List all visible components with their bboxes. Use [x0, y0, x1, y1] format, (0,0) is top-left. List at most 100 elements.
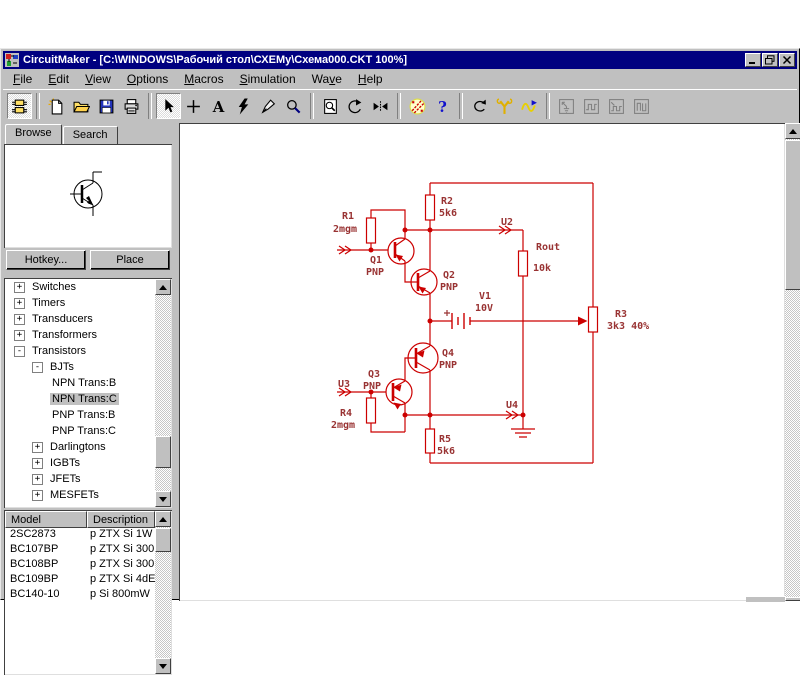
tree-item-mesfets[interactable]: + MESFETs — [5, 487, 155, 503]
preview-buttons: Hotkey... Place — [4, 250, 172, 272]
zoom-tool-button[interactable] — [281, 93, 306, 119]
print-button[interactable] — [119, 93, 144, 119]
model-row-bc107bp[interactable]: BC107BP p ZTX Si 300 — [5, 543, 155, 558]
tree-item-label: PNP Trans:C — [52, 425, 116, 437]
expand-plus-icon[interactable]: + — [32, 441, 43, 453]
canvas-scroll-thumb[interactable] — [785, 140, 800, 290]
browse-parts-button[interactable] — [7, 93, 32, 119]
tree-scroll-thumb[interactable] — [155, 436, 171, 468]
model-row-2sc2873[interactable]: 2SC2873 p ZTX Si 1W — [5, 528, 155, 543]
hotkey-button[interactable]: Hotkey... — [6, 250, 86, 270]
menu-options[interactable]: Options — [119, 70, 176, 88]
transistor-q1[interactable] — [387, 230, 415, 283]
transistor-q2[interactable] — [410, 230, 438, 296]
model-column-header[interactable]: Model — [5, 511, 87, 528]
place-button[interactable]: Place — [90, 250, 170, 270]
tree-item-darlingtons[interactable]: + Darlingtons — [5, 439, 155, 455]
menu-help[interactable]: Help — [350, 70, 391, 88]
tree-item-npn-trans-b[interactable]: NPN Trans:B — [5, 375, 155, 391]
expand-plus-icon[interactable]: + — [32, 489, 43, 501]
tree-scroll-down[interactable] — [155, 491, 171, 507]
menu-macros[interactable]: Macros — [176, 70, 231, 88]
model-scroll-thumb[interactable] — [155, 528, 171, 552]
menu-view[interactable]: View — [77, 70, 119, 88]
reset-simulation-button[interactable] — [467, 93, 492, 119]
sine-wave-icon — [521, 99, 537, 112]
tree-scroll-up[interactable] — [155, 279, 171, 295]
expand-plus-icon[interactable]: + — [14, 313, 25, 325]
tab-search[interactable]: Search — [62, 126, 118, 144]
transistor-q3[interactable] — [385, 357, 416, 432]
canvas-vertical-scrollbar[interactable] — [785, 123, 800, 601]
tree-item-jfets[interactable]: + JFETs — [5, 471, 155, 487]
expand-plus-icon[interactable]: + — [14, 297, 25, 309]
menu-wave[interactable]: Wave — [304, 70, 350, 88]
horizontal-scrollbar-edge[interactable] — [746, 596, 785, 602]
expand-plus-icon[interactable]: + — [32, 457, 43, 469]
model-scroll-down[interactable] — [155, 658, 171, 674]
model-row-bc109bp[interactable]: BC109BP p ZTX Si 4dE — [5, 573, 155, 588]
menu-edit[interactable]: Edit — [40, 70, 77, 88]
close-button[interactable] — [779, 53, 795, 67]
expand-plus-icon[interactable]: + — [14, 329, 25, 341]
mixed-wave-button-disabled — [604, 93, 629, 119]
tree-item-transformers[interactable]: + Transformers — [5, 327, 155, 343]
menu-file[interactable]: File — [5, 70, 40, 88]
expand-plus-icon[interactable]: + — [14, 281, 25, 293]
tab-browse[interactable]: Browse — [5, 124, 62, 144]
logic-analyzer-button-disabled — [629, 93, 654, 119]
model-scroll-up[interactable] — [155, 511, 171, 527]
print-preview-button[interactable] — [318, 93, 343, 119]
simulation-setup-button[interactable] — [492, 93, 517, 119]
schematic-canvas[interactable]: R1 2mgm R2 5k6 Q1 PNP Q2 PNP U2 Rout 10k… — [179, 123, 785, 602]
open-file-button[interactable] — [69, 93, 94, 119]
model-row-bc140-10[interactable]: BC140-10 p Si 800mW — [5, 588, 155, 603]
tree-item-label: NPN Trans:C — [50, 393, 119, 405]
tree-item-bjts[interactable]: - BJTs — [5, 359, 155, 375]
description-column-header[interactable]: Description — [87, 511, 155, 528]
new-file-button[interactable] — [44, 93, 69, 119]
rotate-button[interactable] — [343, 93, 368, 119]
minimize-button[interactable] — [745, 53, 761, 67]
select-arrow-button[interactable] — [156, 93, 181, 119]
collapse-minus-icon[interactable]: - — [32, 361, 43, 373]
save-file-button[interactable] — [94, 93, 119, 119]
menu-simulation[interactable]: Simulation — [232, 70, 304, 88]
tree-item-transistors[interactable]: - Transistors — [5, 343, 155, 359]
restore-button[interactable] — [762, 53, 778, 67]
canvas-scroll-up[interactable] — [785, 123, 800, 139]
model-row-bc108bp[interactable]: BC108BP p ZTX Si 300 — [5, 558, 155, 573]
label-rout: Rout — [536, 242, 560, 253]
mirror-button[interactable] — [368, 93, 393, 119]
symbol-preview — [4, 144, 172, 248]
tree-item-pnp-trans-c[interactable]: PNP Trans:C — [5, 423, 155, 439]
analyses-wave-button[interactable] — [517, 93, 542, 119]
schematic-wires — [337, 182, 599, 464]
transistor-q4[interactable] — [407, 321, 439, 415]
tree-item-label: Transformers — [32, 329, 97, 341]
tree-scrollbar[interactable] — [155, 279, 171, 507]
crosshair-plus-icon — [187, 99, 200, 113]
draw-wire-button[interactable] — [181, 93, 206, 119]
tree-item-igbts[interactable]: + IGBTs — [5, 455, 155, 471]
tree-item-switches[interactable]: + Switches — [5, 279, 155, 295]
label-r3: R3 — [615, 309, 627, 320]
tree-item-timers[interactable]: + Timers — [5, 295, 155, 311]
page-magnifier-icon — [324, 98, 337, 114]
tree-item-transducers[interactable]: + Transducers — [5, 311, 155, 327]
menu-bar: File Edit View Options Macros Simulation Wave H… — [3, 69, 797, 89]
canvas-scroll-down[interactable] — [785, 597, 800, 601]
help-button[interactable]: ? — [430, 93, 455, 119]
mirror-triangles-icon — [373, 100, 388, 112]
tree-item-label: Transducers — [32, 313, 93, 325]
expand-plus-icon[interactable]: + — [32, 473, 43, 485]
delete-tool-button[interactable] — [231, 93, 256, 119]
place-text-button[interactable]: A — [206, 93, 231, 119]
tree-item-pnp-trans-b[interactable]: PNP Trans:B — [5, 407, 155, 423]
tree-item-npn-trans-c[interactable]: NPN Trans:C — [5, 391, 155, 407]
collapse-minus-icon[interactable]: - — [14, 345, 25, 357]
model-scrollbar[interactable] — [155, 511, 171, 674]
probe-tool-button[interactable] — [256, 93, 281, 119]
check-wires-button[interactable] — [405, 93, 430, 119]
schematic-labels[interactable]: R1 2mgm R2 5k6 Q1 PNP Q2 PNP U2 Rout 10k… — [331, 196, 649, 457]
